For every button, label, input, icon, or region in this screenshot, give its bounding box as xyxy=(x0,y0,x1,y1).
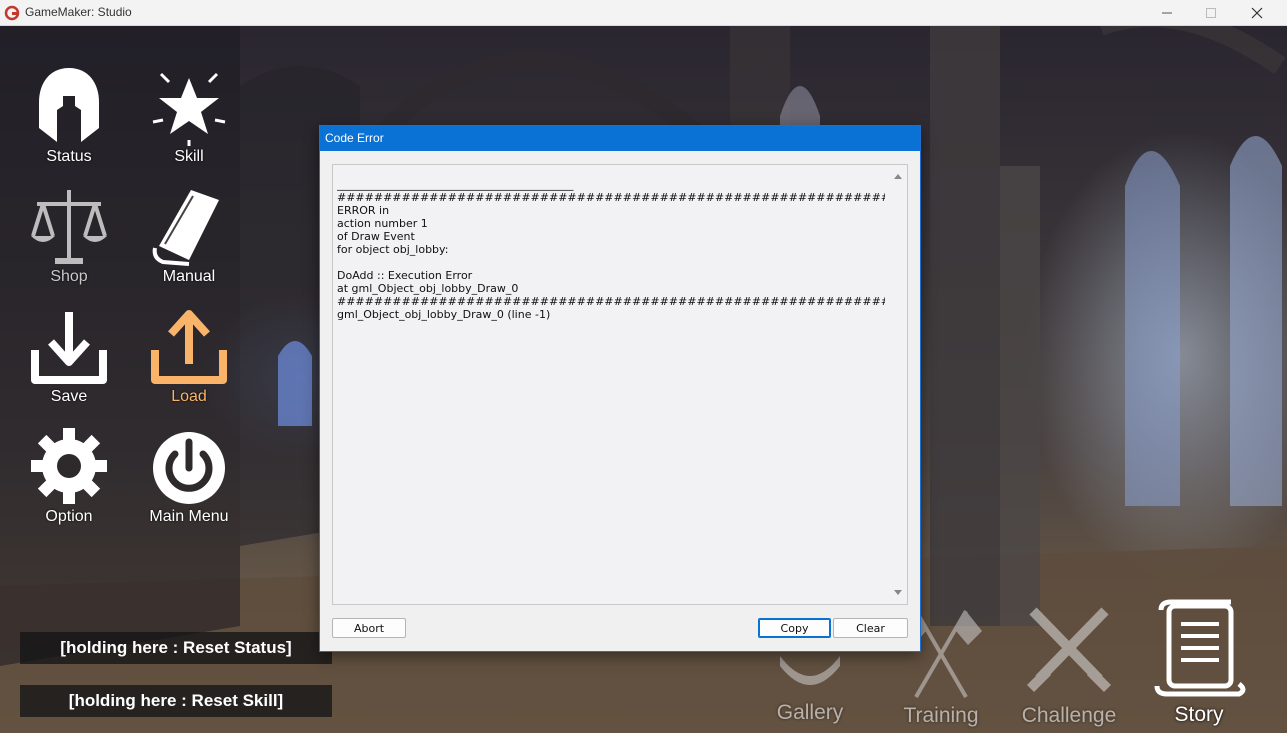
skill-button[interactable]: Skill xyxy=(134,66,244,166)
reset-status-button[interactable]: [holding here : Reset Status] xyxy=(20,632,332,664)
scroll-icon xyxy=(1154,599,1246,697)
error-line-7: at gml_Object_obj_lobby_Draw_0 xyxy=(337,282,519,295)
skill-label: Skill xyxy=(174,148,204,165)
scroll-down-arrow-icon[interactable] xyxy=(889,584,907,602)
star-icon xyxy=(152,72,226,146)
gear-icon xyxy=(31,428,107,504)
error-line-2: action number 1 xyxy=(337,217,428,230)
error-line-5 xyxy=(337,256,885,269)
error-line-3: of Draw Event xyxy=(337,230,415,243)
load-button[interactable]: Load xyxy=(134,306,244,406)
download-icon xyxy=(31,312,107,384)
story-button[interactable]: Story xyxy=(1144,598,1254,727)
gamemaker-app-icon xyxy=(4,5,20,21)
error-line-1: ERROR in xyxy=(337,204,390,217)
status-label: Status xyxy=(46,148,92,165)
window-title: GameMaker: Studio xyxy=(25,5,132,19)
dialog-title: Code Error xyxy=(320,126,920,151)
reset-skill-button[interactable]: [holding here : Reset Skill] xyxy=(20,685,332,717)
power-icon xyxy=(153,432,225,504)
scroll-up-arrow-icon[interactable] xyxy=(889,167,907,185)
manual-button[interactable]: Manual xyxy=(134,186,244,286)
main-menu-label: Main Menu xyxy=(149,508,229,525)
save-button[interactable]: Save xyxy=(14,306,124,406)
option-label: Option xyxy=(45,508,93,525)
main-menu-button[interactable]: Main Menu xyxy=(134,426,244,526)
window-titlebar: GameMaker: Studio xyxy=(0,0,1287,26)
manual-label: Manual xyxy=(162,268,216,285)
book-icon xyxy=(152,190,219,266)
save-label: Save xyxy=(50,388,88,405)
story-label: Story xyxy=(1174,703,1224,726)
status-button[interactable]: Status xyxy=(14,66,124,166)
close-button[interactable] xyxy=(1234,0,1280,25)
trace-line: gml_Object_obj_lobby_Draw_0 (line -1) xyxy=(337,308,551,321)
error-content: ________________________________________… xyxy=(337,178,885,321)
separator-line: ________________________________________… xyxy=(337,178,574,191)
challenge-button[interactable]: Challenge xyxy=(1014,601,1124,728)
option-button[interactable]: Option xyxy=(14,426,124,526)
shop-label: Shop xyxy=(50,268,88,285)
error-text-area[interactable]: ________________________________________… xyxy=(332,164,908,605)
gallery-heart-icon xyxy=(780,656,840,685)
reset-status-label: [holding here : Reset Status] xyxy=(60,638,292,657)
challenge-label: Challenge xyxy=(1021,704,1117,727)
close-icon xyxy=(1251,7,1263,18)
clear-button[interactable]: Clear xyxy=(833,618,908,638)
upload-icon xyxy=(151,310,227,384)
vertical-scrollbar[interactable] xyxy=(889,165,907,604)
load-label: Load xyxy=(171,388,207,405)
abort-button[interactable]: Abort xyxy=(332,618,406,638)
gallery-button[interactable]: Gallery xyxy=(755,656,865,725)
maximize-icon xyxy=(1206,7,1216,18)
error-line-6: DoAdd :: Execution Error xyxy=(337,269,473,282)
error-line-4: for object obj_lobby: xyxy=(337,243,449,256)
scales-icon xyxy=(31,190,107,264)
hash-line-top: ########################################… xyxy=(337,191,885,204)
shop-button[interactable]: Shop xyxy=(14,186,124,286)
helmet-icon xyxy=(39,68,99,142)
crossed-swords-icon xyxy=(1026,607,1112,693)
code-error-dialog: Code Error _____________________________… xyxy=(319,125,921,652)
hash-line-bottom: ########################################… xyxy=(337,295,885,308)
training-label: Training xyxy=(903,704,979,727)
maximize-button[interactable] xyxy=(1188,0,1234,25)
minimize-button[interactable] xyxy=(1144,0,1190,25)
copy-button[interactable]: Copy xyxy=(758,618,831,638)
minimize-icon xyxy=(1162,12,1172,13)
gallery-label: Gallery xyxy=(776,701,844,724)
reset-skill-label: [holding here : Reset Skill] xyxy=(68,691,284,710)
